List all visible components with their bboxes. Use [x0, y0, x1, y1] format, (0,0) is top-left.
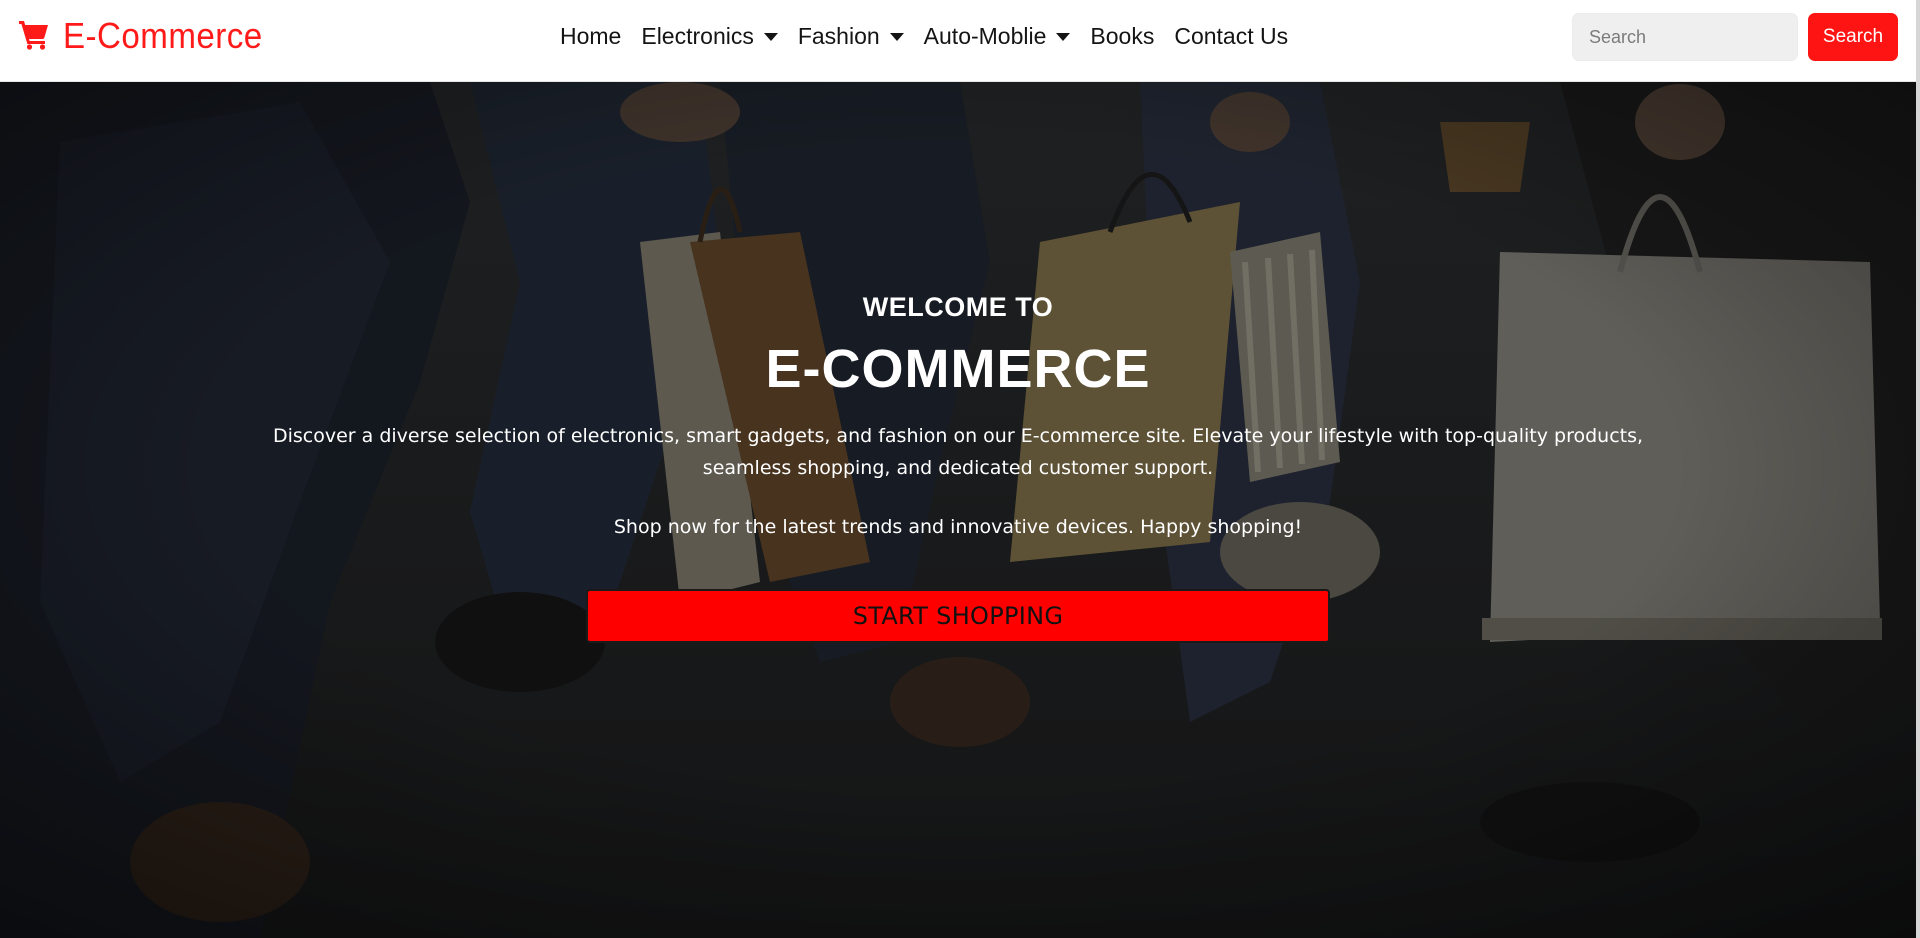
caret-down-icon [889, 33, 904, 41]
page: E-Commerce Home Electronics Fashion Auto… [0, 0, 1920, 938]
start-shopping-button[interactable]: START SHOPPING [586, 589, 1330, 643]
brand-logo-link[interactable]: E-Commerce [17, 14, 280, 58]
main-nav: Home Electronics Fashion Auto-Moblie Boo… [550, 18, 1298, 54]
page-scrollbar[interactable] [1916, 0, 1920, 938]
hero-content: WELCOME TO E-COMMERCE Discover a diverse… [0, 82, 1916, 938]
shopping-cart-icon-svg [19, 21, 48, 50]
nav-item-fashion[interactable]: Fashion [788, 23, 914, 50]
nav-item-label: Electronics [641, 22, 754, 49]
shopping-cart-icon [17, 17, 63, 55]
search-button[interactable]: Search [1808, 13, 1898, 61]
search-input[interactable] [1572, 13, 1798, 61]
nav-item-label: Fashion [797, 22, 880, 49]
hero-section: WELCOME TO E-COMMERCE Discover a diverse… [0, 82, 1916, 938]
hero-welcome-text: WELCOME TO [862, 292, 1054, 322]
search-form: Search [1572, 13, 1898, 61]
hero-description: Discover a diverse selection of electron… [272, 425, 1644, 479]
hero-title: E-COMMERCE [765, 339, 1151, 399]
nav-item-label: Home [560, 22, 622, 49]
nav-item-books[interactable]: Books [1080, 23, 1164, 50]
nav-item-label: Contact Us [1174, 22, 1289, 49]
nav-item-label: Auto-Moblie [923, 22, 1047, 49]
navbar: E-Commerce Home Electronics Fashion Auto… [0, 0, 1916, 82]
caret-down-icon [763, 33, 778, 41]
nav-item-home[interactable]: Home [550, 23, 631, 50]
caret-down-icon [1056, 33, 1071, 41]
hero-tagline: Shop now for the latest trends and innov… [613, 516, 1303, 538]
nav-item-contact-us[interactable]: Contact Us [1164, 23, 1298, 50]
nav-item-auto-mobile[interactable]: Auto-Moblie [914, 23, 1081, 50]
nav-item-electronics[interactable]: Electronics [631, 23, 787, 50]
nav-item-label: Books [1090, 22, 1155, 49]
brand-name: E-Commerce [63, 15, 263, 56]
